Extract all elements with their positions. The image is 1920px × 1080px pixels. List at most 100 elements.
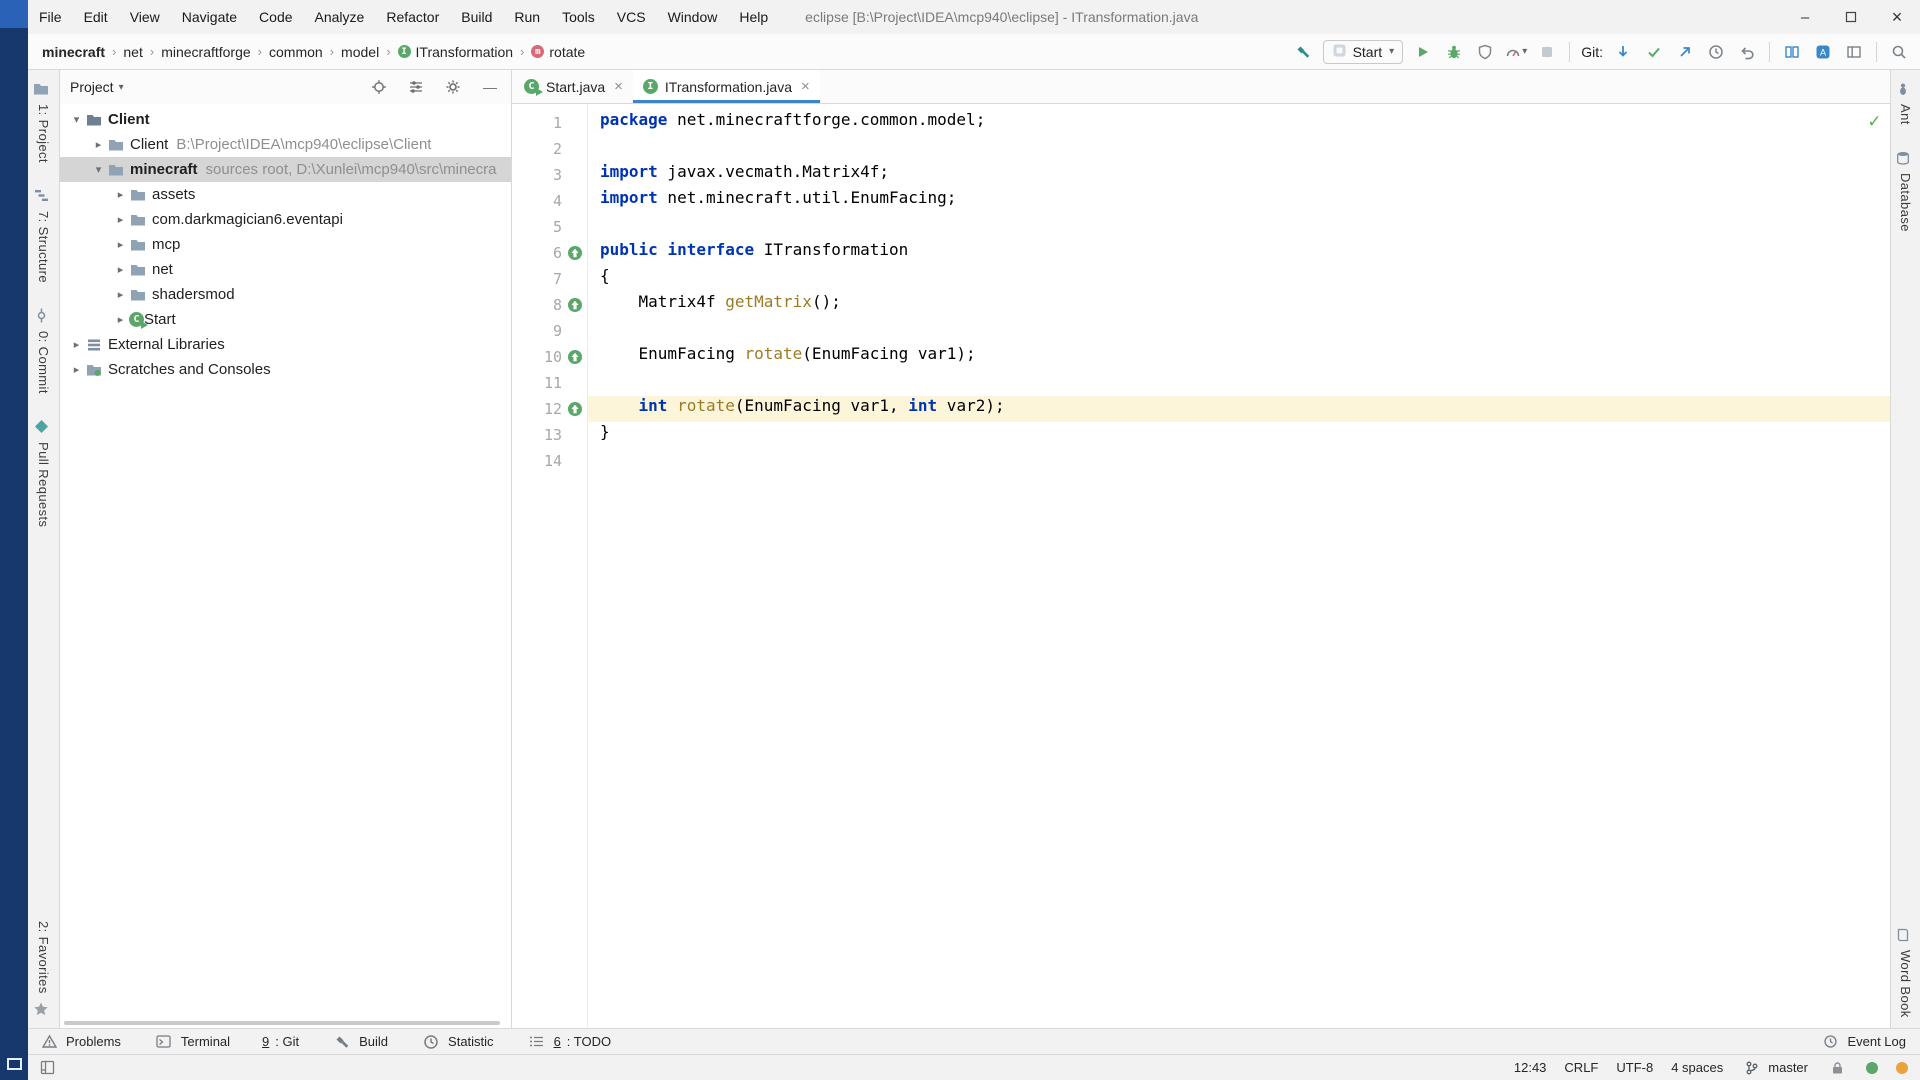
- code-line-1[interactable]: package net.minecraftforge.common.model;: [588, 110, 1890, 136]
- code-line-14[interactable]: [588, 448, 1890, 474]
- layout-icon[interactable]: [1843, 41, 1865, 63]
- play-icon[interactable]: [1412, 41, 1434, 63]
- tree-item-shadersmod[interactable]: ▸shadersmod: [60, 282, 511, 307]
- menu-navigate[interactable]: Navigate: [171, 0, 248, 34]
- implemented-marker-icon[interactable]: [566, 297, 583, 314]
- code-line-7[interactable]: {: [588, 266, 1890, 292]
- toolwindow-button-statistic[interactable]: Statistic: [420, 1031, 494, 1053]
- toolwindow-button-problems[interactable]: Problems: [38, 1031, 121, 1053]
- debug-icon[interactable]: [1443, 41, 1465, 63]
- code-line-2[interactable]: [588, 136, 1890, 162]
- chevron-right-icon[interactable]: ▸: [112, 288, 129, 301]
- push-icon[interactable]: [1674, 41, 1696, 63]
- toolwindow-button-build[interactable]: Build: [331, 1031, 388, 1053]
- chevron-right-icon[interactable]: ▸: [112, 213, 129, 226]
- code-line-6[interactable]: public interface ITransformation: [588, 240, 1890, 266]
- tool-stripe-button-2-favorites[interactable]: 2: Favorites: [32, 921, 55, 1018]
- menu-code[interactable]: Code: [248, 0, 303, 34]
- menu-build[interactable]: Build: [450, 0, 503, 34]
- rollback-icon[interactable]: [1736, 41, 1758, 63]
- toolwindow-corner-icon[interactable]: [36, 1057, 58, 1079]
- code-line-10[interactable]: EnumFacing rotate(EnumFacing var1);: [588, 344, 1890, 370]
- menu-run[interactable]: Run: [503, 0, 551, 34]
- menu-edit[interactable]: Edit: [73, 0, 119, 34]
- tree-item-minecraft[interactable]: ▾minecraftsources root, D:\Xunlei\mcp940…: [60, 157, 511, 182]
- sliders-icon[interactable]: [405, 76, 427, 98]
- breadcrumb-item-model[interactable]: model: [341, 44, 379, 60]
- menu-refactor[interactable]: Refactor: [375, 0, 450, 34]
- chevron-right-icon[interactable]: ▸: [68, 363, 85, 376]
- implemented-marker-icon[interactable]: [566, 401, 583, 418]
- code-line-5[interactable]: [588, 214, 1890, 240]
- menu-tools[interactable]: Tools: [551, 0, 606, 34]
- menu-window[interactable]: Window: [657, 0, 729, 34]
- implemented-marker-icon[interactable]: [566, 245, 583, 262]
- status-item-orange-widget[interactable]: [1896, 1062, 1908, 1074]
- chevron-right-icon[interactable]: ▸: [112, 313, 129, 326]
- breadcrumb-item-itransformation[interactable]: IITransformation: [398, 44, 514, 60]
- dock-logo[interactable]: [0, 0, 28, 28]
- menu-analyze[interactable]: Analyze: [304, 0, 376, 34]
- status-item-4-spaces[interactable]: 4 spaces: [1671, 1060, 1723, 1075]
- breadcrumb-item-minecraftforge[interactable]: minecraftforge: [161, 44, 250, 60]
- code-line-4[interactable]: import net.minecraft.util.EnumFacing;: [588, 188, 1890, 214]
- breadcrumb-item-common[interactable]: common: [269, 44, 323, 60]
- tree-item-net[interactable]: ▸net: [60, 257, 511, 282]
- commit-check-icon[interactable]: [1643, 41, 1665, 63]
- status-item-master[interactable]: master: [1741, 1057, 1808, 1079]
- status-item-12-43[interactable]: 12:43: [1514, 1060, 1547, 1075]
- coverage-icon[interactable]: [1474, 41, 1496, 63]
- close-icon[interactable]: ×: [614, 78, 623, 95]
- code-line-12[interactable]: int rotate(EnumFacing var1, int var2);: [588, 396, 1890, 422]
- code-line-8[interactable]: Matrix4f getMatrix();: [588, 292, 1890, 318]
- inspection-status-icon[interactable]: ✓: [1869, 110, 1880, 132]
- status-item-green-widget[interactable]: [1866, 1062, 1878, 1074]
- locate-icon[interactable]: [368, 76, 390, 98]
- tool-stripe-button-database[interactable]: Database: [1894, 149, 1917, 232]
- tool-stripe-button-ant[interactable]: Ant: [1894, 80, 1917, 125]
- minimize-button[interactable]: –: [1782, 0, 1828, 34]
- toolwindow-button-terminal[interactable]: Terminal: [153, 1031, 230, 1053]
- chevron-down-icon[interactable]: ▾: [68, 113, 85, 126]
- tab-itransformation-java[interactable]: IITransformation.java×: [633, 70, 820, 103]
- breadcrumb-item-rotate[interactable]: mrotate: [531, 44, 585, 60]
- status-item-lock[interactable]: [1826, 1057, 1848, 1079]
- breadcrumb-item-minecraft[interactable]: minecraft: [42, 44, 105, 60]
- tree-item-client[interactable]: ▸ClientB:\Project\IDEA\mcp940\eclipse\Cl…: [60, 132, 511, 157]
- toolwindow-button-event-log[interactable]: Event Log: [1819, 1031, 1906, 1053]
- tool-stripe-button-0-commit[interactable]: 0: Commit: [32, 307, 55, 394]
- chevron-down-icon[interactable]: ▾: [90, 163, 107, 176]
- implemented-marker-icon[interactable]: [566, 349, 583, 366]
- tree-item-start[interactable]: ▸CStart: [60, 307, 511, 332]
- close-button[interactable]: ×: [1874, 0, 1920, 34]
- tree-item-mcp[interactable]: ▸mcp: [60, 232, 511, 257]
- menu-view[interactable]: View: [119, 0, 171, 34]
- status-item-crlf[interactable]: CRLF: [1564, 1060, 1598, 1075]
- chevron-right-icon[interactable]: ▸: [112, 263, 129, 276]
- chevron-right-icon[interactable]: ▸: [90, 138, 107, 151]
- run-config-selector[interactable]: Start▾: [1323, 40, 1404, 64]
- tab-start-java[interactable]: CStart.java×: [514, 70, 633, 103]
- close-icon[interactable]: ×: [801, 78, 810, 95]
- tool-stripe-button-1-project[interactable]: 1: Project: [32, 80, 55, 163]
- menu-vcs[interactable]: VCS: [606, 0, 657, 34]
- translate-icon[interactable]: A: [1812, 41, 1834, 63]
- project-panel-title[interactable]: Project: [70, 79, 114, 95]
- tool-stripe-button-pull-requests[interactable]: Pull Requests: [32, 418, 55, 527]
- history-icon[interactable]: [1705, 41, 1727, 63]
- code-line-3[interactable]: import javax.vecmath.Matrix4f;: [588, 162, 1890, 188]
- dock-window-icon[interactable]: [7, 1058, 22, 1070]
- status-item-utf-8[interactable]: UTF-8: [1616, 1060, 1653, 1075]
- maximize-button[interactable]: [1828, 0, 1874, 34]
- profiler-icon[interactable]: ▾: [1505, 41, 1527, 63]
- search-icon[interactable]: [1888, 41, 1910, 63]
- chevron-right-icon[interactable]: ▸: [68, 338, 85, 351]
- chevron-right-icon[interactable]: ▸: [112, 238, 129, 251]
- tree-item-scratches-and-consoles[interactable]: ▸Scratches and Consoles: [60, 357, 511, 382]
- tool-stripe-button-7-structure[interactable]: 7: Structure: [32, 187, 55, 283]
- hide-icon[interactable]: —: [479, 76, 501, 98]
- tree-item-com-darkmagician6-eventapi[interactable]: ▸com.darkmagician6.eventapi: [60, 207, 511, 232]
- code-area[interactable]: package net.minecraftforge.common.model;…: [588, 104, 1890, 1028]
- chevron-right-icon[interactable]: ▸: [112, 188, 129, 201]
- update-icon[interactable]: [1612, 41, 1634, 63]
